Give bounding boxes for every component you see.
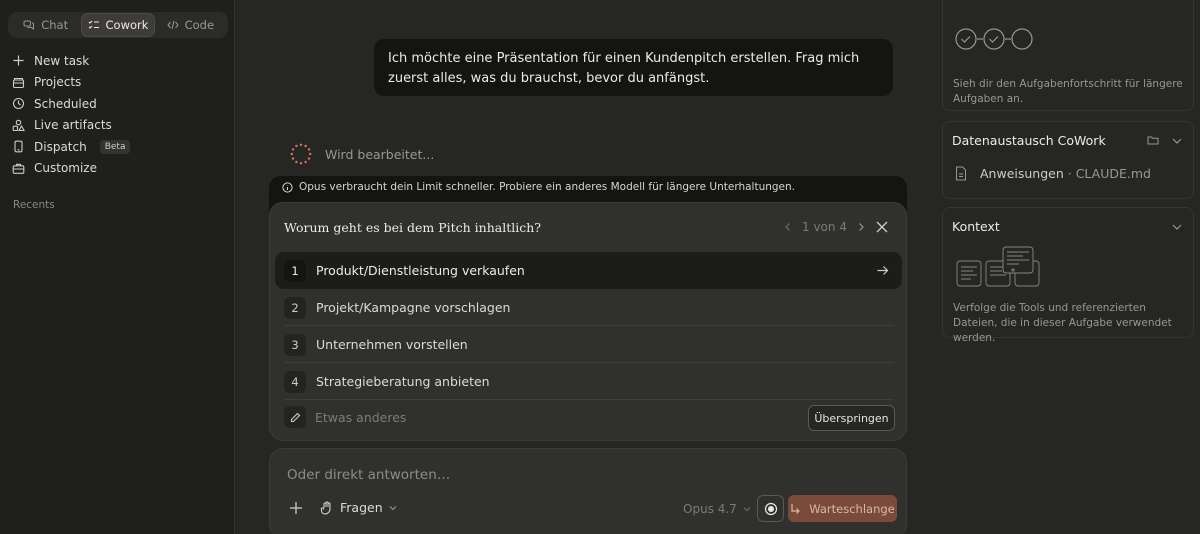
queue-button-label: Warteschlange bbox=[809, 501, 895, 516]
info-icon bbox=[282, 182, 293, 193]
sidebar-item-live-artifacts[interactable]: Live artifacts bbox=[12, 115, 227, 137]
folder-icon[interactable] bbox=[1147, 134, 1159, 146]
chevron-down-icon bbox=[389, 505, 397, 510]
sidebar-item-label: Dispatch bbox=[34, 139, 87, 154]
sidebar-item-scheduled[interactable]: Scheduled bbox=[12, 93, 227, 115]
sidebar-item-label: Projects bbox=[34, 75, 82, 90]
record-icon bbox=[764, 502, 777, 515]
sidebar-item-customize[interactable]: Customize bbox=[12, 158, 227, 180]
user-message: Ich möchte eine Präsentation für einen K… bbox=[374, 39, 893, 96]
question-pager: 1 von 4 bbox=[784, 220, 865, 234]
sidebar: Chat Cowork Code New task Projects Sched… bbox=[0, 0, 235, 534]
stop-button[interactable] bbox=[757, 495, 784, 522]
file-name: Anweisungen bbox=[980, 166, 1064, 181]
tab-chat[interactable]: Chat bbox=[10, 13, 81, 37]
tab-cowork[interactable]: Cowork bbox=[81, 13, 155, 37]
context-description: Verfolge die Tools und referenzierten Da… bbox=[953, 302, 1172, 344]
option-number: 2 bbox=[284, 296, 306, 319]
phone-icon bbox=[14, 140, 23, 153]
option-1[interactable]: 1 Produkt/Dienstleistung verkaufen bbox=[275, 252, 902, 289]
ask-mode-selector[interactable]: Fragen bbox=[320, 500, 397, 515]
tab-code-label: Code bbox=[184, 18, 215, 32]
working-status: Wird bearbeitet... bbox=[290, 143, 434, 165]
chat-bubbles-icon bbox=[23, 20, 35, 30]
skip-button[interactable]: Überspringen bbox=[808, 405, 895, 431]
option-number: 4 bbox=[284, 370, 306, 393]
sidebar-item-dispatch[interactable]: Dispatch Beta bbox=[12, 136, 227, 158]
file-subtitle: · CLAUDE.md bbox=[1067, 166, 1151, 181]
close-icon[interactable] bbox=[875, 220, 889, 234]
spinner-icon bbox=[290, 143, 312, 165]
clock-icon bbox=[12, 98, 25, 110]
option-label: Unternehmen vorstellen bbox=[316, 337, 468, 352]
limit-notice-text: Opus verbraucht dein Limit schneller. Pr… bbox=[299, 181, 795, 193]
code-icon bbox=[166, 20, 179, 30]
queue-button[interactable]: Warteschlange bbox=[788, 495, 897, 522]
mode-switch: Chat Cowork Code bbox=[8, 12, 228, 38]
question-card: Worum geht es bei dem Pitch inhaltlich? … bbox=[269, 202, 907, 441]
beta-badge: Beta bbox=[99, 139, 131, 154]
model-label: Opus 4.7 bbox=[683, 502, 737, 516]
hand-icon bbox=[320, 501, 331, 515]
exchange-title: Datenaustausch CoWork bbox=[952, 133, 1106, 148]
plus-icon bbox=[13, 55, 24, 66]
chevron-right-icon[interactable] bbox=[857, 222, 865, 232]
chevron-down-icon[interactable] bbox=[1171, 135, 1183, 147]
sidebar-item-label: Customize bbox=[34, 161, 97, 176]
chevron-down-icon[interactable] bbox=[1171, 221, 1183, 233]
checklist-icon bbox=[88, 20, 99, 29]
context-illustration-icon bbox=[956, 246, 1040, 287]
sidebar-item-new-task[interactable]: New task bbox=[12, 50, 227, 72]
chevron-down-icon bbox=[743, 507, 751, 512]
composer: Oder direkt antworten… Fragen Opus 4.7 W… bbox=[269, 448, 907, 534]
file-item[interactable]: Anweisungen · CLAUDE.md bbox=[954, 166, 1151, 181]
context-panel: Kontext Verfolge die Tools und referenzi… bbox=[942, 207, 1194, 344]
question-title: Worum geht es bei dem Pitch inhaltlich? bbox=[284, 220, 541, 235]
progress-steps-icon bbox=[955, 28, 1033, 50]
briefcase-icon bbox=[12, 163, 25, 174]
sidebar-item-label: Live artifacts bbox=[34, 118, 112, 133]
option-number: 1 bbox=[284, 259, 306, 282]
sidebar-nav: New task Projects Scheduled Live artifac… bbox=[12, 50, 227, 179]
exchange-panel: Datenaustausch CoWork Anweisungen · CLAU… bbox=[942, 121, 1194, 199]
recents-heading: Recents bbox=[13, 199, 55, 211]
model-selector[interactable]: Opus 4.7 bbox=[683, 502, 751, 516]
option-label: Produkt/Dienstleistung verkaufen bbox=[316, 263, 525, 278]
divider bbox=[284, 399, 894, 400]
option-4[interactable]: 4 Strategieberatung anbieten bbox=[275, 363, 902, 400]
sidebar-item-projects[interactable]: Projects bbox=[12, 72, 227, 94]
tab-cowork-label: Cowork bbox=[105, 18, 149, 32]
reply-input[interactable]: Oder direkt antworten… bbox=[287, 467, 450, 483]
sidebar-item-label: Scheduled bbox=[34, 96, 97, 111]
document-icon bbox=[956, 166, 966, 181]
plus-icon[interactable] bbox=[289, 501, 303, 515]
other-answer-placeholder: Etwas anderes bbox=[315, 409, 407, 425]
progress-description: Sieh dir den Aufgabenfortschritt für län… bbox=[953, 78, 1183, 105]
option-label: Projekt/Kampagne vorschlagen bbox=[316, 300, 511, 315]
arrow-right-icon bbox=[877, 266, 889, 275]
option-label: Strategieberatung anbieten bbox=[316, 374, 490, 389]
other-answer-input[interactable]: Etwas anderes bbox=[284, 406, 406, 428]
ask-mode-label: Fragen bbox=[340, 500, 383, 515]
corner-arrow-icon bbox=[791, 503, 801, 514]
progress-panel: Sieh dir den Aufgabenfortschritt für län… bbox=[942, 0, 1194, 111]
chevron-left-icon[interactable] bbox=[784, 222, 792, 232]
working-status-text: Wird bearbeitet... bbox=[325, 146, 435, 162]
pencil-icon bbox=[284, 406, 306, 428]
shapes-icon bbox=[12, 119, 25, 131]
option-3[interactable]: 3 Unternehmen vorstellen bbox=[275, 326, 902, 363]
sidebar-item-label: New task bbox=[34, 53, 90, 68]
tab-chat-label: Chat bbox=[41, 18, 69, 32]
folder-box-icon bbox=[12, 77, 25, 88]
option-2[interactable]: 2 Projekt/Kampagne vorschlagen bbox=[275, 289, 902, 326]
tab-code[interactable]: Code bbox=[155, 13, 226, 37]
context-title: Kontext bbox=[952, 219, 1000, 234]
pager-text: 1 von 4 bbox=[802, 220, 847, 234]
option-number: 3 bbox=[284, 333, 306, 356]
